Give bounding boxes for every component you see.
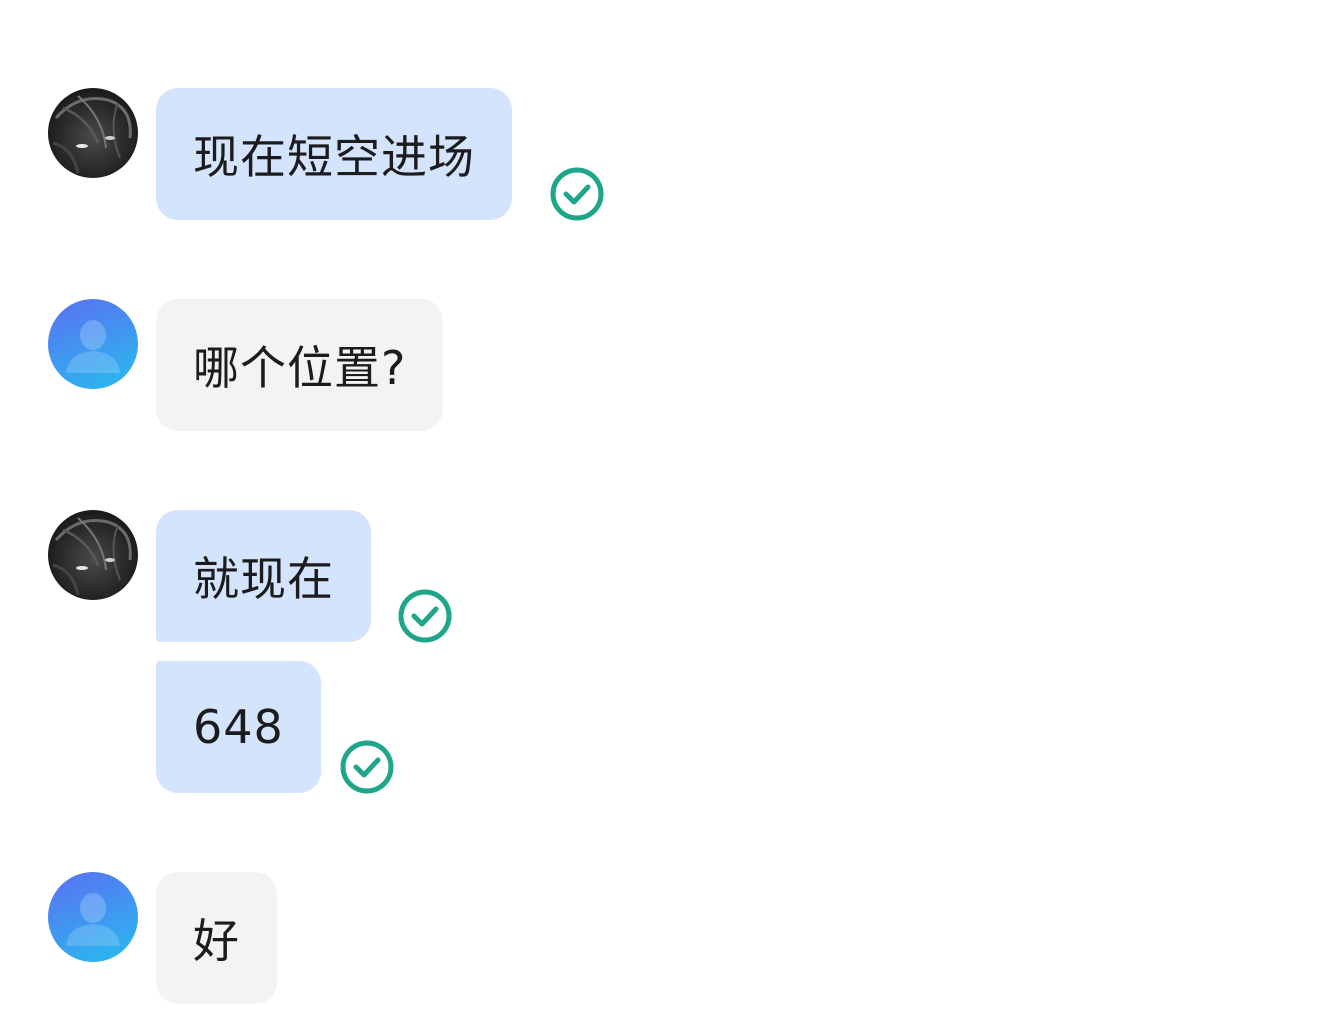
message-text: 好: [193, 914, 240, 968]
message-bubble[interactable]: 648: [156, 661, 321, 793]
message-text: 哪个位置?: [193, 341, 407, 395]
other-avatar[interactable]: [48, 299, 138, 389]
message-text: 现在短空进场: [193, 130, 475, 184]
message-bubble[interactable]: 就现在: [156, 510, 371, 642]
anime-avatar-image: [48, 88, 138, 178]
message-text: 648: [193, 700, 284, 754]
default-user-icon: [48, 872, 138, 962]
check-circle-icon: [339, 739, 395, 795]
self-avatar[interactable]: [48, 510, 138, 600]
check-circle-icon: [397, 588, 453, 644]
message-bubble[interactable]: 现在短空进场: [156, 88, 512, 220]
self-avatar[interactable]: [48, 88, 138, 178]
check-circle-icon: [549, 166, 605, 222]
other-avatar[interactable]: [48, 872, 138, 962]
message-bubble[interactable]: 好: [156, 872, 277, 1004]
message-bubble[interactable]: 哪个位置?: [156, 299, 444, 431]
message-text: 就现在: [193, 552, 334, 606]
default-user-icon: [48, 299, 138, 389]
anime-avatar-image: [48, 510, 138, 600]
